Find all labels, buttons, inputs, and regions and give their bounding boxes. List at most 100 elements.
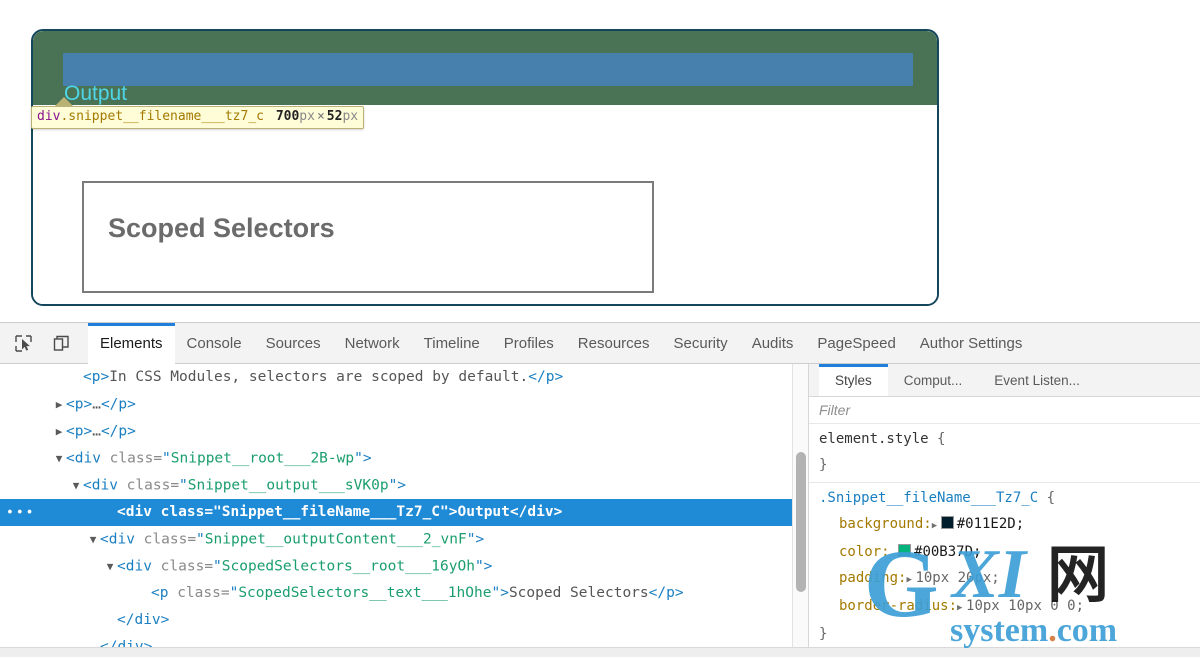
css-property-name[interactable]: padding: (839, 570, 906, 586)
css-selector[interactable]: element.style (819, 431, 929, 447)
dom-node[interactable]: ▶<p>…</p> (0, 418, 808, 445)
dom-token-punct: > (83, 397, 92, 413)
dom-node[interactable]: ▼<div class="ScopedSelectors__root___16y… (0, 553, 808, 580)
dom-node[interactable]: ▶<p>…</p> (0, 391, 808, 418)
css-color-swatch[interactable] (898, 544, 911, 557)
tab-resources-label: Resources (578, 335, 650, 352)
tab-network[interactable]: Network (333, 323, 412, 364)
css-value-expand-icon[interactable]: ▶ (932, 513, 941, 539)
dom-token-punct: > (127, 424, 136, 440)
dom-token-punct: </ (117, 612, 134, 628)
styles-tab-bar: Styles Comput... Event Listen... (809, 364, 1200, 397)
tab-security-label: Security (674, 335, 728, 352)
css-property-value[interactable]: 10px 20px; (915, 570, 999, 586)
dom-token-attr: class= (168, 585, 229, 601)
tab-console[interactable]: Console (175, 323, 254, 364)
css-property-name[interactable]: background: (839, 516, 932, 532)
tab-pagespeed-label: PageSpeed (817, 335, 895, 352)
css-property-value[interactable]: #011E2D; (957, 516, 1024, 532)
disclosure-triangle-icon[interactable]: ▶ (52, 418, 66, 445)
css-property-value[interactable]: 10px 10px 0 0; (966, 598, 1084, 614)
css-declaration[interactable]: padding:▶10px 20px; (819, 565, 1200, 593)
inspect-element-icon[interactable] (8, 328, 38, 358)
dom-tree-scrollbar-thumb[interactable] (796, 452, 806, 592)
dom-tree-scrollbar[interactable] (792, 364, 808, 657)
tab-event-listeners-label: Event Listen... (994, 373, 1080, 388)
dom-token-attr: class= (101, 451, 162, 467)
dom-node[interactable]: <p>In CSS Modules, selectors are scoped … (0, 364, 808, 391)
css-declaration[interactable]: border-radius:▶10px 10px 0 0; (819, 593, 1200, 621)
disclosure-triangle-icon[interactable]: ▼ (52, 445, 66, 472)
dom-token-punct: "> (467, 532, 484, 548)
device-toolbar-icon[interactable] (46, 328, 76, 358)
dom-token-punct: < (83, 478, 92, 494)
dom-token-punct: " (196, 532, 205, 548)
dom-token-punct: </ (510, 504, 527, 520)
dom-token-punct: > (127, 397, 136, 413)
snippet-filename-bar[interactable]: Output (33, 31, 937, 105)
tab-resources[interactable]: Resources (566, 323, 662, 364)
css-rule-header: .Snippet__fileName___Tz7_C { (819, 485, 1200, 511)
disclosure-triangle-icon[interactable]: ▼ (69, 472, 83, 499)
browser-viewport: Output Scoped Selectors div.snippet__fil… (0, 0, 1200, 322)
css-close-brace: } (819, 621, 1200, 647)
dom-token-punct: > (554, 504, 563, 520)
inspector-size-tooltip: div.snippet__filename___tz7_c 700px×52px (31, 106, 364, 129)
styles-sidebar: Styles Comput... Event Listen... Filter … (808, 364, 1200, 657)
tab-elements[interactable]: Elements (88, 323, 175, 364)
css-color-swatch[interactable] (941, 516, 954, 529)
dom-node[interactable]: ▼<div class="Snippet__output___sVK0p"> (0, 472, 808, 499)
disclosure-triangle-icon[interactable]: ▼ (103, 553, 117, 580)
css-declaration[interactable]: color: #00B37D; (819, 539, 1200, 565)
dom-token-punct: > (675, 585, 684, 601)
tab-sources[interactable]: Sources (254, 323, 333, 364)
tab-event-listeners[interactable]: Event Listen... (978, 364, 1096, 396)
css-open-brace: { (1038, 490, 1055, 506)
dom-tree[interactable]: <p>In CSS Modules, selectors are scoped … (0, 364, 808, 657)
tab-computed-label: Comput... (904, 373, 963, 388)
dom-node[interactable]: </div> (0, 607, 808, 634)
dom-node[interactable]: ▼<div class="Snippet__root___2B-wp"> (0, 445, 808, 472)
tab-profiles[interactable]: Profiles (492, 323, 566, 364)
dom-token-punct: </ (649, 585, 666, 601)
tab-author-settings-label: Author Settings (920, 335, 1023, 352)
dom-token-punct: > (554, 369, 563, 385)
devtools-tab-bar: Elements Console Sources Network Timelin… (88, 323, 1034, 364)
css-property-name[interactable]: border-radius: (839, 598, 957, 614)
dom-token-punct: > (161, 612, 170, 628)
dom-node[interactable]: <p class="ScopedSelectors__text___1hOhe"… (0, 580, 808, 607)
css-declaration[interactable]: background:▶ #011E2D; (819, 511, 1200, 539)
dom-node-overflow-marker: ••• (6, 499, 35, 526)
dom-token-punct: "> (440, 504, 457, 520)
disclosure-triangle-icon[interactable]: ▼ (86, 526, 100, 553)
tab-pagespeed[interactable]: PageSpeed (805, 323, 907, 364)
dom-token-val: Snippet__fileName___Tz7_C (222, 504, 440, 520)
inspector-tooltip-tag: div (37, 109, 60, 124)
dom-token-punct: " (179, 478, 188, 494)
tab-styles-label: Styles (835, 373, 872, 388)
tab-timeline[interactable]: Timeline (412, 323, 492, 364)
devtools-toolbar: Elements Console Sources Network Timelin… (0, 323, 1200, 364)
css-property-value[interactable]: #00B37D; (914, 544, 981, 560)
dom-token-punct: < (66, 397, 75, 413)
dom-token-punct: " (230, 585, 239, 601)
tab-author-settings[interactable]: Author Settings (908, 323, 1035, 364)
css-close-brace: } (819, 452, 1200, 478)
tab-styles[interactable]: Styles (819, 364, 888, 396)
scoped-selectors-text: Scoped Selectors (108, 213, 335, 244)
css-selector[interactable]: .Snippet__fileName___Tz7_C (819, 490, 1038, 506)
css-value-expand-icon[interactable]: ▶ (957, 595, 966, 621)
styles-filter-input[interactable]: Filter (809, 397, 1200, 424)
tab-timeline-label: Timeline (424, 335, 480, 352)
tab-security[interactable]: Security (662, 323, 740, 364)
dom-node-selected[interactable]: •••<div class="Snippet__fileName___Tz7_C… (0, 499, 808, 526)
tab-computed[interactable]: Comput... (888, 364, 979, 396)
css-property-name[interactable]: color: (839, 544, 890, 560)
dom-token-tag: p (666, 585, 675, 601)
dom-node[interactable]: ▼<div class="Snippet__outputContent___2_… (0, 526, 808, 553)
dom-token-tag: div (109, 532, 135, 548)
tab-audits[interactable]: Audits (740, 323, 806, 364)
css-rule: element.style {} (809, 424, 1200, 483)
disclosure-triangle-icon[interactable]: ▶ (52, 391, 66, 418)
dom-token-tag: div (527, 504, 553, 520)
